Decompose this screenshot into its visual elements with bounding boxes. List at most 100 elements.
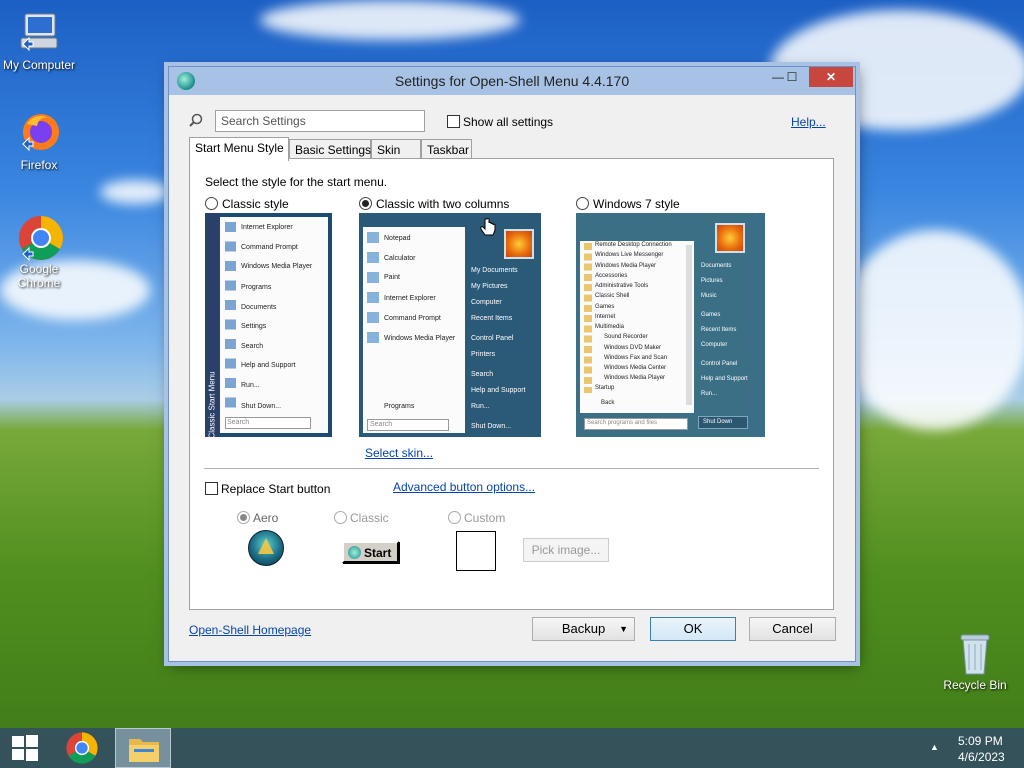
two-col-search: Search	[370, 421, 393, 428]
two-col-right-item: Recent Items	[471, 315, 513, 322]
win7-right-item: Documents	[701, 263, 732, 269]
windows-logo-icon	[12, 735, 38, 761]
maximize-button[interactable]: ☐	[781, 67, 803, 87]
clock-date[interactable]: 4/6/2023	[958, 750, 1005, 764]
desktop-icon-label: Google Chrome	[17, 262, 61, 290]
two-col-right-item: My Documents	[471, 267, 518, 274]
aero-start-orb-icon	[248, 530, 284, 566]
window-content: Search Settings Show all settings Help..…	[169, 95, 855, 661]
desktop-icon-my-computer[interactable]: My Computer	[1, 10, 77, 72]
cloud	[100, 180, 170, 204]
desktop-icon-firefox[interactable]: Firefox	[1, 110, 77, 172]
win7-left-item: Internet	[595, 314, 616, 320]
search-input[interactable]: Search Settings	[215, 110, 425, 132]
cancel-button[interactable]: Cancel	[749, 617, 836, 641]
section-divider	[204, 468, 819, 469]
aero-button-radio[interactable]	[237, 511, 250, 524]
classic-icons	[225, 222, 236, 416]
windows7-style-preview[interactable]: Remote Desktop Connection Windows Live M…	[576, 213, 765, 437]
help-link[interactable]: Help...	[791, 115, 826, 129]
desktop-icon-recycle-bin[interactable]: Recycle Bin	[937, 630, 1013, 692]
cloud	[260, 0, 520, 40]
custom-button-radio[interactable]	[448, 511, 461, 524]
close-button[interactable]: ✕	[809, 67, 853, 87]
two-col-right-item: Help and Support	[471, 387, 526, 394]
tab-skin[interactable]: Skin	[371, 139, 421, 159]
win7-right-item: Run...	[701, 391, 718, 397]
win7-left-item: Startup	[595, 385, 615, 391]
pick-image-button[interactable]: Pick image...	[523, 538, 609, 562]
two-col-right-item: Printers	[471, 351, 496, 358]
two-col-user-picture	[504, 229, 534, 259]
backup-button[interactable]: Backup ▼	[532, 617, 635, 641]
two-col-left-item: Windows Media Player	[384, 335, 456, 342]
win7-left-item: Windows Live Messenger	[595, 252, 664, 258]
win7-left-item: Remote Desktop Connection	[595, 242, 672, 248]
two-col-right-item: Search	[471, 371, 494, 378]
two-col-right-item: Run...	[471, 403, 490, 410]
two-col-left-item: Internet Explorer	[384, 295, 436, 302]
tray-overflow-icon[interactable]: ▲	[930, 742, 939, 752]
homepage-link[interactable]: Open-Shell Homepage	[189, 623, 311, 637]
desktop-icon-label: Firefox	[20, 158, 58, 172]
classic-start-orb-icon	[348, 546, 361, 559]
chrome-icon	[17, 214, 63, 262]
tab-basic-settings[interactable]: Basic Settings	[289, 139, 371, 159]
classic-preview-item: Search	[241, 343, 264, 350]
win7-left-item: Windows Media Center	[604, 365, 667, 371]
classic-button-label: Classic	[350, 511, 389, 525]
dropdown-arrow-icon: ▼	[619, 624, 628, 634]
hand-cursor-icon	[480, 218, 496, 236]
classic-preview-search: Search	[227, 419, 250, 426]
select-skin-link[interactable]: Select skin...	[365, 446, 433, 460]
classic-preview-item: Windows Media Player	[241, 263, 313, 270]
two-columns-radio[interactable]	[359, 197, 372, 210]
firefox-icon	[17, 110, 61, 154]
two-columns-preview[interactable]: Notepad Calculator Paint Internet Explor…	[359, 213, 541, 437]
show-all-checkbox[interactable]	[447, 115, 460, 128]
backup-label: Backup	[561, 621, 606, 636]
win7-scrollbar	[686, 245, 692, 405]
replace-start-label: Replace Start button	[221, 482, 331, 496]
desktop-icon-label: Recycle Bin	[943, 678, 1007, 692]
two-columns-label: Classic with two columns	[376, 197, 510, 211]
win7-left-item: Multimedia	[595, 324, 625, 330]
window-title: Settings for Open-Shell Menu 4.4.170	[394, 73, 630, 89]
classic-preview-item: Shut Down...	[241, 403, 282, 410]
tab-taskbar[interactable]: Taskbar	[421, 139, 472, 159]
title-bar[interactable]: Settings for Open-Shell Menu 4.4.170 — ☐…	[169, 67, 855, 95]
two-col-icons	[367, 232, 379, 346]
win7-shutdown: Shut Down	[703, 419, 733, 425]
taskbar-chrome[interactable]	[58, 728, 106, 768]
two-col-left-item: Calculator	[384, 255, 416, 262]
instruction-text: Select the style for the start menu.	[205, 175, 388, 189]
win7-right-item: Pictures	[701, 278, 723, 284]
win7-left-item: Windows DVD Maker	[604, 345, 662, 351]
classic-side-label: Classic Start Menu	[207, 371, 217, 437]
classic-start-button: Start	[342, 541, 399, 563]
win7-left-item: Windows Media Player	[604, 375, 666, 381]
ok-button[interactable]: OK	[650, 617, 736, 641]
windows7-style-radio[interactable]	[576, 197, 589, 210]
win7-right-item: Help and Support	[701, 376, 748, 382]
replace-start-checkbox[interactable]	[205, 482, 218, 495]
two-col-left-item: Command Prompt	[384, 315, 441, 322]
win7-icons	[584, 243, 592, 393]
classic-style-radio[interactable]	[205, 197, 218, 210]
recycle-bin-icon	[953, 630, 997, 675]
chrome-icon	[66, 732, 98, 764]
classic-style-preview[interactable]: Classic Start Menu Internet Explorer Com…	[205, 213, 332, 437]
desktop-icon-google-chrome[interactable]: Google Chrome	[1, 214, 77, 290]
win7-left-item: Windows Fax and Scan	[604, 355, 668, 361]
advanced-button-link[interactable]: Advanced button options...	[393, 480, 535, 494]
tab-start-menu-style[interactable]: Start Menu Style	[189, 137, 289, 161]
clock-time[interactable]: 5:09 PM	[958, 734, 1003, 748]
start-button[interactable]	[0, 728, 50, 768]
win7-left-item: Games	[595, 304, 615, 310]
taskbar-file-explorer[interactable]	[115, 728, 171, 768]
classic-preview-item: Settings	[241, 323, 267, 330]
classic-button-radio[interactable]	[334, 511, 347, 524]
win7-user-picture	[715, 223, 745, 253]
cloud	[840, 230, 1024, 430]
desktop-icon-label: My Computer	[2, 58, 76, 72]
